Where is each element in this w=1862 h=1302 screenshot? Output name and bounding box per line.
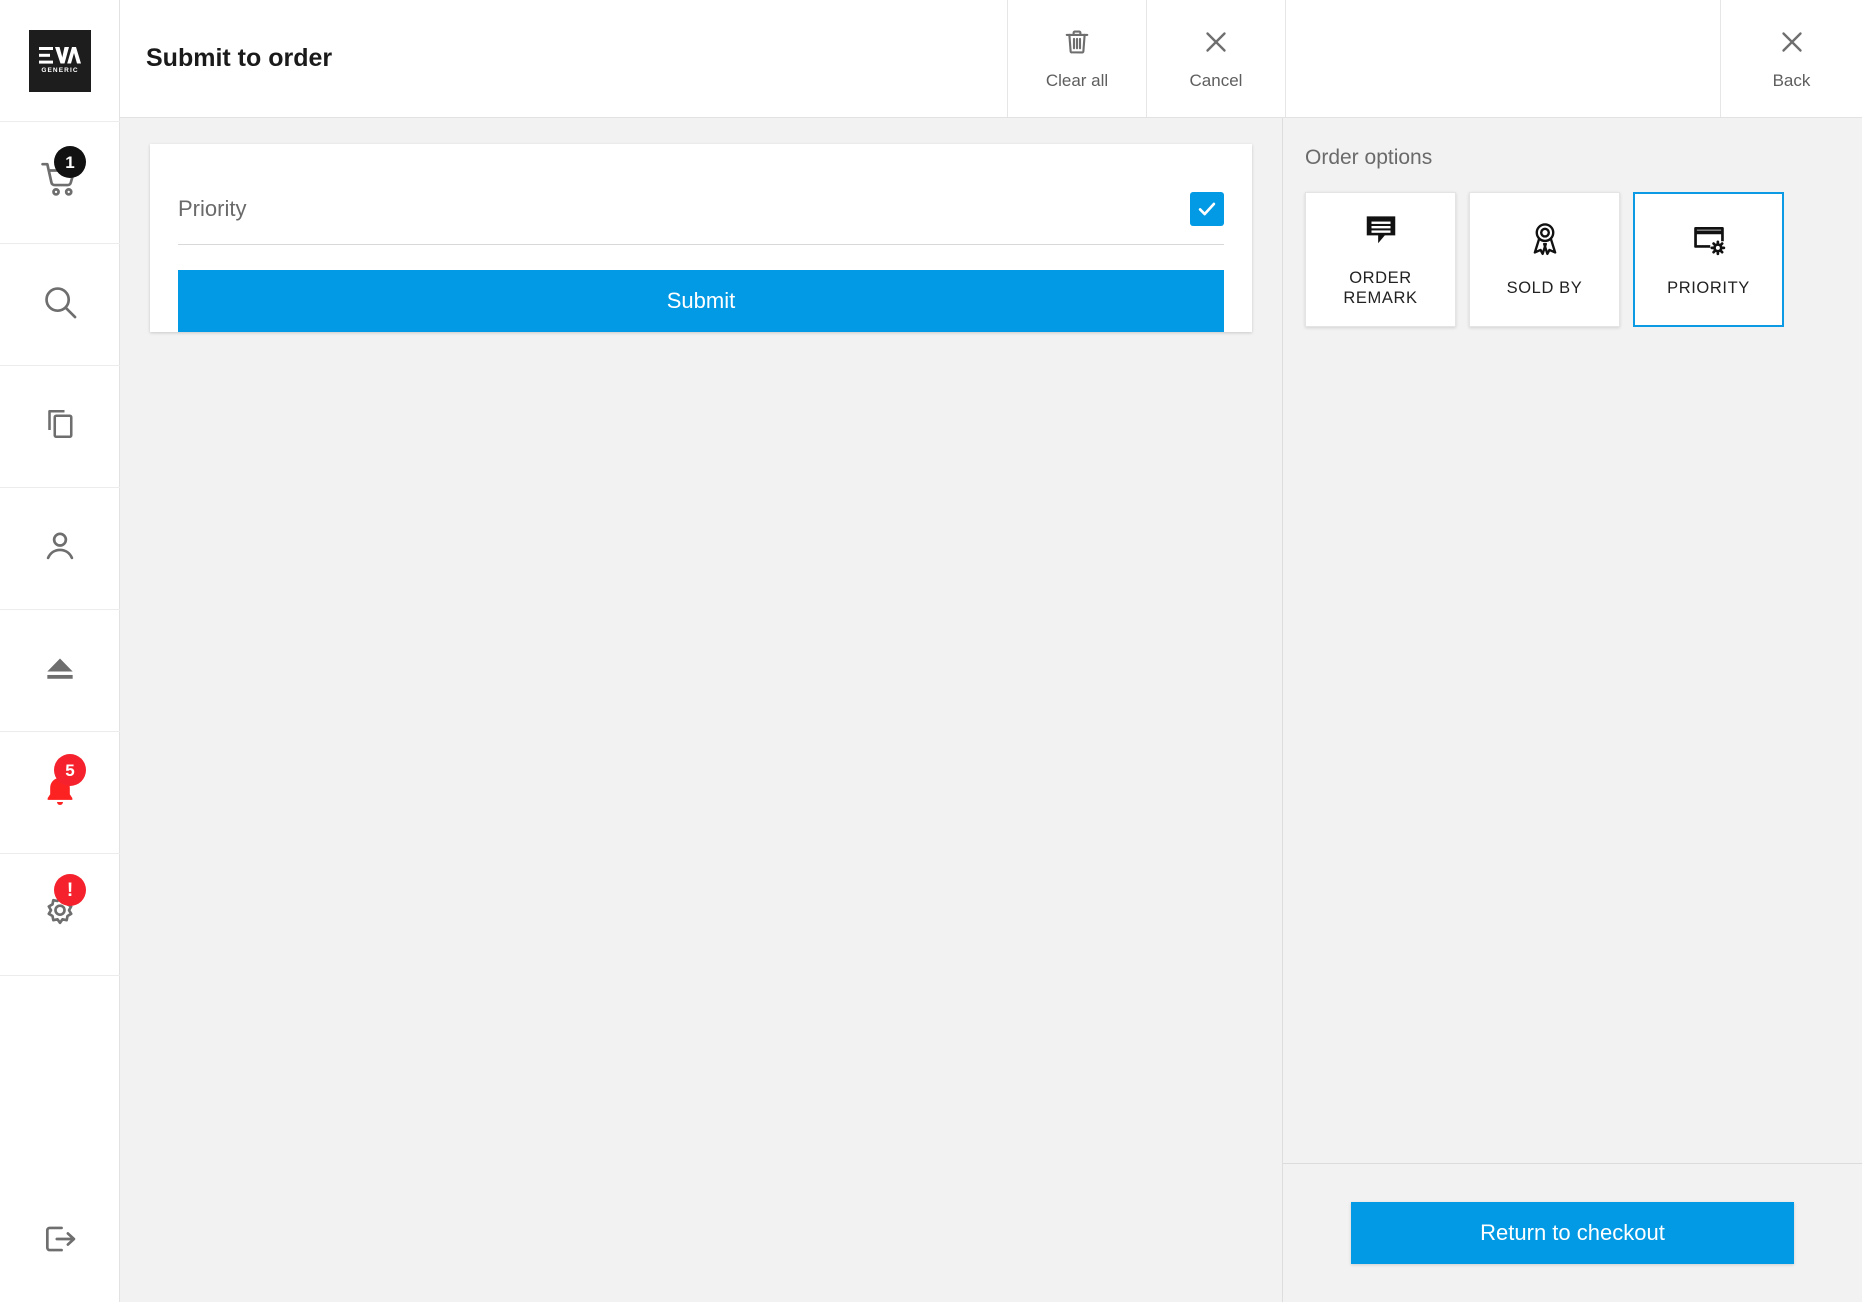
sidebar-item-notifications[interactable]: 5 (0, 732, 120, 854)
main-panel: Priority Submit (120, 118, 1283, 1302)
body-area: Submit to order Clear all Cancel Back Pr… (120, 0, 1862, 1302)
search-icon (41, 283, 79, 326)
order-options-panel: Order options ORDER REMARK SOLD BY PRIOR… (1283, 118, 1862, 1302)
sidebar-item-user[interactable] (0, 488, 120, 610)
sidebar-item-logout[interactable] (0, 1180, 120, 1302)
option-label-priority: PRIORITY (1667, 279, 1750, 298)
clear-all-label: Clear all (1045, 70, 1109, 90)
sidebar-item-settings[interactable]: ! (0, 854, 120, 976)
sidebar-item-cart[interactable]: 1 (0, 122, 120, 244)
content-row: Priority Submit Order options ORDER REMA… (120, 118, 1862, 1302)
logo-box: GENERIC (29, 29, 91, 92)
option-label-order-remark: ORDER REMARK (1343, 269, 1418, 307)
priority-label: Priority (178, 196, 247, 221)
option-label-sold-by: SOLD BY (1506, 279, 1583, 298)
order-options-grid: ORDER REMARK SOLD BY PRIORITY (1305, 192, 1840, 327)
person-icon (41, 527, 79, 570)
back-label: Back (1772, 70, 1811, 90)
toolbar-gap (1286, 0, 1721, 117)
priority-form-card: Priority Submit (150, 144, 1252, 332)
trash-icon (1062, 27, 1092, 62)
submit-button[interactable]: Submit (178, 270, 1224, 332)
sidebar-item-documents[interactable] (0, 366, 120, 488)
page-title-cell: Submit to order (120, 0, 1008, 117)
return-to-checkout-button[interactable]: Return to checkout (1351, 1202, 1794, 1264)
logo-subtitle: GENERIC (41, 67, 79, 75)
sidebar-item-search[interactable] (0, 244, 120, 366)
order-options-heading: Order options (1305, 146, 1433, 169)
sidebar-item-eject[interactable] (0, 610, 120, 732)
close-icon (1777, 27, 1807, 62)
top-toolbar: Submit to order Clear all Cancel Back (120, 0, 1862, 118)
order-options-top: Order options ORDER REMARK SOLD BY PRIOR… (1283, 118, 1862, 1163)
priority-checkbox[interactable] (1190, 192, 1224, 226)
back-button[interactable]: Back (1721, 0, 1862, 117)
comment-lines-icon (1362, 210, 1400, 253)
settings-alert-badge: ! (54, 874, 86, 906)
cancel-label: Cancel (1189, 70, 1243, 90)
close-icon (1201, 27, 1231, 62)
priority-field-row: Priority (178, 144, 1224, 245)
app-root: GENERIC 1 5 ! Submit to order Clear all … (0, 0, 1862, 1302)
option-card-priority[interactable]: PRIORITY (1633, 192, 1784, 327)
card-settings-icon (1690, 220, 1728, 263)
order-options-footer: Return to checkout (1283, 1163, 1862, 1302)
copy-documents-icon (42, 405, 78, 448)
award-ribbon-icon (1526, 220, 1564, 263)
eva-logo-icon (39, 47, 81, 64)
app-logo: GENERIC (0, 0, 120, 122)
eject-icon (41, 649, 79, 692)
logout-icon (41, 1220, 79, 1263)
option-card-sold-by[interactable]: SOLD BY (1469, 192, 1620, 327)
notifications-badge: 5 (54, 754, 86, 786)
check-icon (1198, 202, 1216, 216)
clear-all-button[interactable]: Clear all (1008, 0, 1147, 117)
cart-badge: 1 (54, 146, 86, 178)
page-title: Submit to order (146, 44, 333, 72)
option-card-order-remark[interactable]: ORDER REMARK (1305, 192, 1456, 327)
left-sidebar: GENERIC 1 5 ! (0, 0, 120, 1302)
cancel-button[interactable]: Cancel (1147, 0, 1286, 117)
